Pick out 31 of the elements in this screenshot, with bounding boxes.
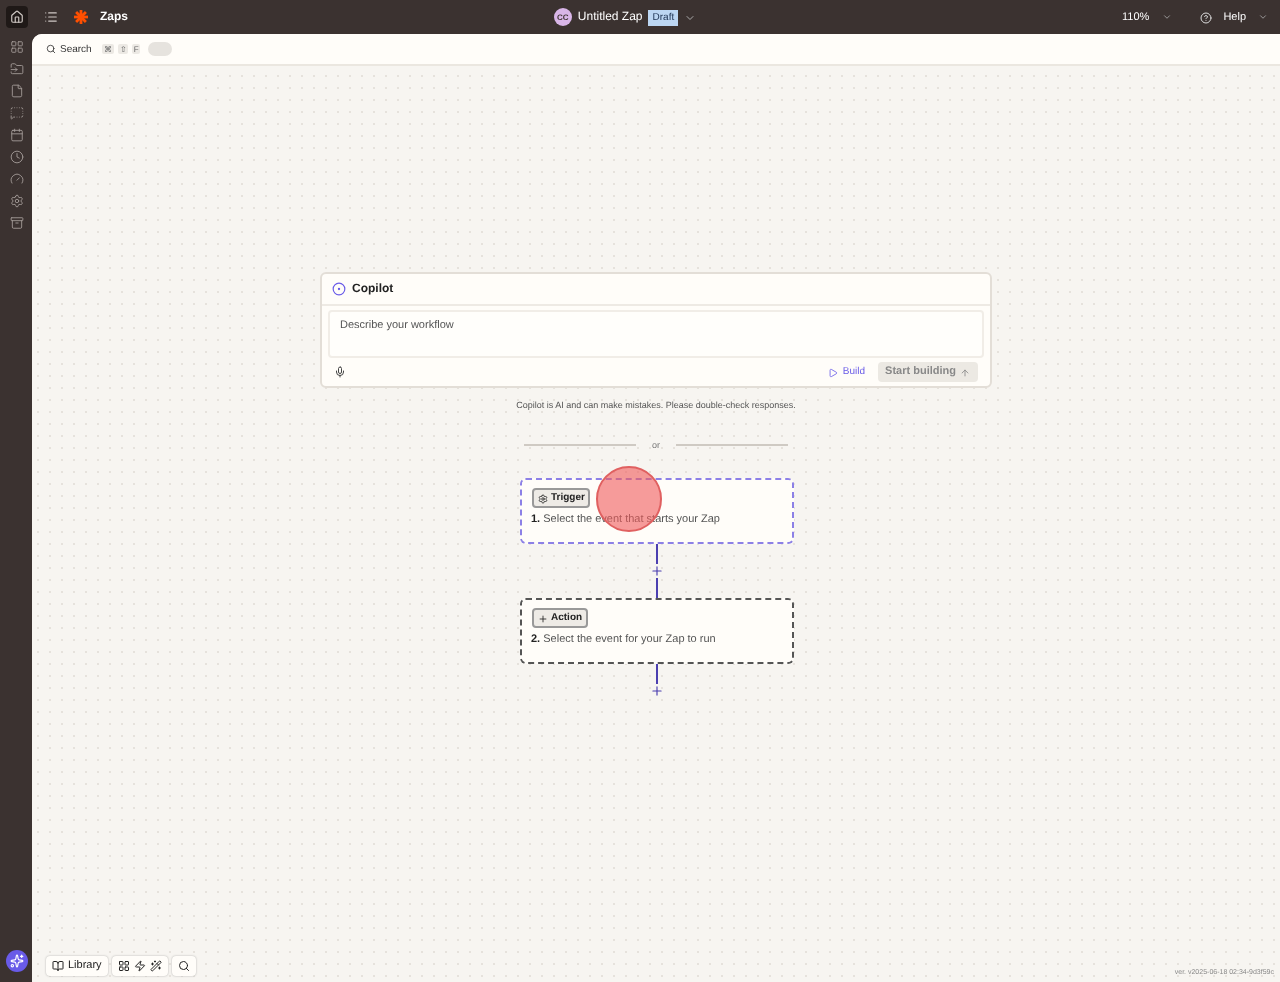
tools-toolbar[interactable]: [111, 956, 168, 976]
file-icon[interactable]: [9, 84, 23, 98]
search-icon: [177, 960, 190, 972]
add-step-icon[interactable]: [649, 564, 663, 578]
gauge-icon[interactable]: [9, 172, 23, 186]
chevron-icon[interactable]: [1258, 12, 1268, 22]
search-button[interactable]: [171, 956, 196, 976]
help-icon[interactable]: [1199, 11, 1212, 23]
asterisk-logo-icon: [74, 10, 88, 24]
copilot-icon: [332, 282, 346, 296]
microphone-icon[interactable]: [334, 366, 346, 378]
arrow-up-icon: [960, 367, 970, 377]
toggle-switch[interactable]: [148, 42, 173, 56]
assistant-button[interactable]: [5, 950, 27, 972]
folder-icon[interactable]: [9, 62, 23, 76]
grid-icon[interactable]: [117, 960, 130, 972]
chevron-icon[interactable]: [684, 11, 697, 23]
lightning-icon[interactable]: [133, 960, 146, 972]
wand-icon[interactable]: [149, 960, 162, 972]
archive-icon[interactable]: [9, 216, 23, 230]
gear-icon: [537, 493, 547, 503]
clock-icon[interactable]: [9, 150, 23, 164]
search-icon[interactable]: [46, 44, 56, 54]
plus-icon: [537, 613, 547, 623]
add-step-icon[interactable]: [649, 684, 663, 698]
calendar-icon[interactable]: [9, 128, 23, 142]
home-icon[interactable]: [6, 6, 28, 28]
settings-icon[interactable]: [9, 194, 23, 208]
play-icon: [828, 367, 839, 377]
book-icon: [52, 960, 64, 972]
chevron-icon[interactable]: [1161, 12, 1172, 22]
